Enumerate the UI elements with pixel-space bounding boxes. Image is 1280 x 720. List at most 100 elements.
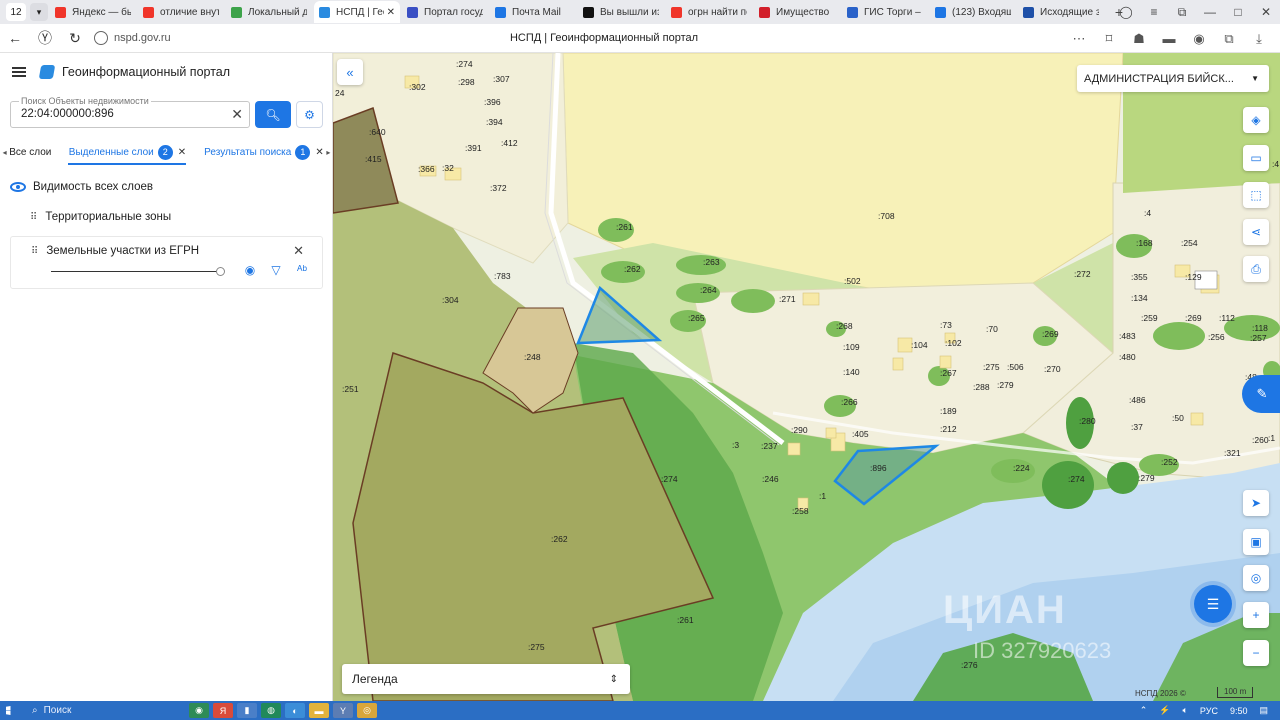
parcel-label[interactable]: :102 bbox=[945, 338, 962, 348]
close-selected-tab-icon[interactable]: ✕ bbox=[178, 147, 186, 158]
browser-tab[interactable]: Яндекс — быс bbox=[50, 1, 136, 23]
browser-tab[interactable]: отличие внут bbox=[138, 1, 224, 23]
parcel-label[interactable]: :257 bbox=[1250, 333, 1267, 343]
parcel-label[interactable]: :1 bbox=[819, 491, 826, 501]
parcel-label[interactable]: :4 bbox=[1144, 208, 1151, 218]
bookmark-icon[interactable]: ⌑ bbox=[1094, 31, 1124, 47]
search-input[interactable] bbox=[21, 108, 221, 120]
language-indicator[interactable]: РУС bbox=[1200, 706, 1218, 716]
browser-tab[interactable]: Портал госуд bbox=[402, 1, 488, 23]
minimize-icon[interactable]: — bbox=[1196, 5, 1224, 19]
parcel-label[interactable]: :134 bbox=[1131, 293, 1148, 303]
panorama-icon[interactable]: ▣ bbox=[1243, 529, 1269, 555]
browser-tab[interactable]: НСПД | Гео ✕ bbox=[314, 1, 400, 23]
tab-selected-layers[interactable]: Выделенные слои 2 ✕ bbox=[69, 144, 186, 160]
parcel-label[interactable]: :269 bbox=[1185, 313, 1202, 323]
profile-icon[interactable]: ◯ bbox=[1112, 5, 1140, 19]
search-button[interactable]: 🔍︎ bbox=[255, 101, 291, 128]
app-icon[interactable]: ◍ bbox=[261, 703, 281, 718]
parcel-label[interactable]: :32 bbox=[442, 163, 454, 173]
parcel-label[interactable]: :259 bbox=[1141, 313, 1158, 323]
parcel-label[interactable]: :248 bbox=[524, 352, 541, 362]
zoom-in-icon[interactable]: + bbox=[1243, 602, 1269, 628]
extension-icon[interactable]: ☗ bbox=[1124, 31, 1154, 47]
drag-handle-icon[interactable]: ⠿ bbox=[31, 246, 38, 257]
parcel-label[interactable]: :266 bbox=[841, 397, 858, 407]
search-field[interactable]: Поиск Объекты недвижимости ✕ bbox=[10, 96, 250, 128]
print-icon[interactable]: ⎙ bbox=[1243, 256, 1269, 282]
close-tab-icon[interactable]: ✕ bbox=[387, 7, 395, 18]
extension3-icon[interactable]: ◉ bbox=[1184, 31, 1214, 47]
parcel-label[interactable]: :50 bbox=[1172, 413, 1184, 423]
parcel-label[interactable]: :252 bbox=[1161, 457, 1178, 467]
parcel-label[interactable]: :321 bbox=[1224, 448, 1241, 458]
parcel-label[interactable]: :270 bbox=[1044, 364, 1061, 374]
tabs-right-chevron-icon[interactable]: ▸ bbox=[324, 148, 333, 157]
select-area-icon[interactable]: ⬚ bbox=[1243, 182, 1269, 208]
parcel-label[interactable]: :275 bbox=[983, 362, 1000, 372]
parcel-label[interactable]: :212 bbox=[940, 424, 957, 434]
parcel-label[interactable]: :263 bbox=[703, 257, 720, 267]
menu-icon[interactable]: ≡ bbox=[1140, 5, 1168, 19]
download-icon[interactable]: ⤓ bbox=[1244, 31, 1274, 47]
locate-icon[interactable]: ➤ bbox=[1243, 490, 1269, 516]
parcel-label[interactable]: :355 bbox=[1131, 272, 1148, 282]
parcel-label[interactable]: :372 bbox=[490, 183, 507, 193]
browser-tab[interactable]: Почта Mail bbox=[490, 1, 576, 23]
parcel-label[interactable]: :269 bbox=[1042, 329, 1059, 339]
parcel-label[interactable]: :415 bbox=[365, 154, 382, 164]
collapse-panel-button[interactable]: « bbox=[337, 59, 363, 85]
parcel-label[interactable]: :1 bbox=[1268, 433, 1275, 443]
remove-layer-icon[interactable]: ✕ bbox=[293, 243, 304, 259]
site-info-icon[interactable] bbox=[94, 31, 108, 45]
parcel-label[interactable]: :73 bbox=[940, 320, 952, 330]
map-canvas[interactable]: :274:307:302:298:396:394:412:391:366:32:… bbox=[333, 53, 1280, 701]
extension4-icon[interactable]: ⧉ bbox=[1214, 31, 1244, 47]
parcel-label[interactable]: :307 bbox=[493, 74, 510, 84]
parcel-label[interactable]: :279 bbox=[997, 380, 1014, 390]
browser-tab[interactable]: Имущество bbox=[754, 1, 840, 23]
extension2-icon[interactable]: ▬ bbox=[1154, 31, 1184, 46]
parcel-label[interactable]: :275 bbox=[528, 642, 545, 652]
layer-item-zones[interactable]: ⠿ Территориальные зоны bbox=[30, 211, 171, 223]
hamburger-menu-icon[interactable] bbox=[12, 67, 26, 77]
parcel-label[interactable]: :112 bbox=[1219, 313, 1235, 323]
parcel-label[interactable]: :708 bbox=[878, 211, 895, 221]
browser-tab[interactable]: Локальный д bbox=[226, 1, 312, 23]
selected-parcel-label[interactable]: :896 bbox=[870, 463, 887, 473]
parcel-label[interactable]: :140 bbox=[843, 367, 860, 377]
parcel-label[interactable]: :274 bbox=[456, 59, 473, 69]
parcel-label[interactable]: :256 bbox=[1208, 332, 1225, 342]
parcel-label[interactable]: :129 bbox=[1185, 272, 1202, 282]
clear-search-icon[interactable]: ✕ bbox=[231, 106, 243, 123]
parcel-label[interactable]: :272 bbox=[1074, 269, 1091, 279]
yandex-icon[interactable]: Ⓨ bbox=[30, 28, 60, 48]
parcel-label[interactable]: :254 bbox=[1181, 238, 1198, 248]
parcel-label[interactable]: :70 bbox=[986, 324, 998, 334]
close-results-tab-icon[interactable]: ✕ bbox=[315, 147, 323, 158]
visibility-all-toggle[interactable]: Видимость всех слоев bbox=[10, 181, 153, 193]
parcel-label[interactable]: :4 bbox=[1272, 159, 1279, 169]
browser-tab[interactable]: Исходящие з bbox=[1018, 1, 1104, 23]
parcel-label[interactable]: :274 bbox=[1068, 474, 1085, 484]
parcel-label[interactable]: :412 bbox=[501, 138, 518, 148]
notifications-icon[interactable]: ▤ bbox=[1259, 705, 1268, 716]
app-icon[interactable]: ◉ bbox=[189, 703, 209, 718]
parcel-label[interactable]: :118 bbox=[1252, 323, 1268, 333]
tab-search-results[interactable]: Результаты поиска 1 ✕ bbox=[204, 144, 324, 160]
parcel-label[interactable]: :483 bbox=[1119, 331, 1136, 341]
document-app-icon[interactable]: ▮ bbox=[237, 703, 257, 718]
chrome-icon[interactable]: ◎ bbox=[357, 703, 377, 718]
parcel-label[interactable]: :783 bbox=[494, 271, 511, 281]
search-settings-button[interactable]: ⚙ bbox=[296, 101, 323, 128]
tab-count[interactable]: 12 bbox=[6, 3, 26, 21]
parcel-label[interactable]: :261 bbox=[616, 222, 633, 232]
opacity-slider-handle[interactable] bbox=[216, 267, 225, 276]
region-select[interactable]: АДМИНИСТРАЦИЯ БИЙСК... ▼ bbox=[1077, 65, 1269, 92]
parcel-label[interactable]: :260 bbox=[1252, 435, 1269, 445]
geolocation-icon[interactable]: ◎ bbox=[1243, 565, 1269, 591]
layer-labels-icon[interactable]: ᴬᵇ bbox=[289, 263, 315, 277]
parcel-label[interactable]: :265 bbox=[688, 313, 705, 323]
parcel-label[interactable]: :506 bbox=[1007, 362, 1024, 372]
opacity-slider[interactable] bbox=[51, 271, 223, 272]
